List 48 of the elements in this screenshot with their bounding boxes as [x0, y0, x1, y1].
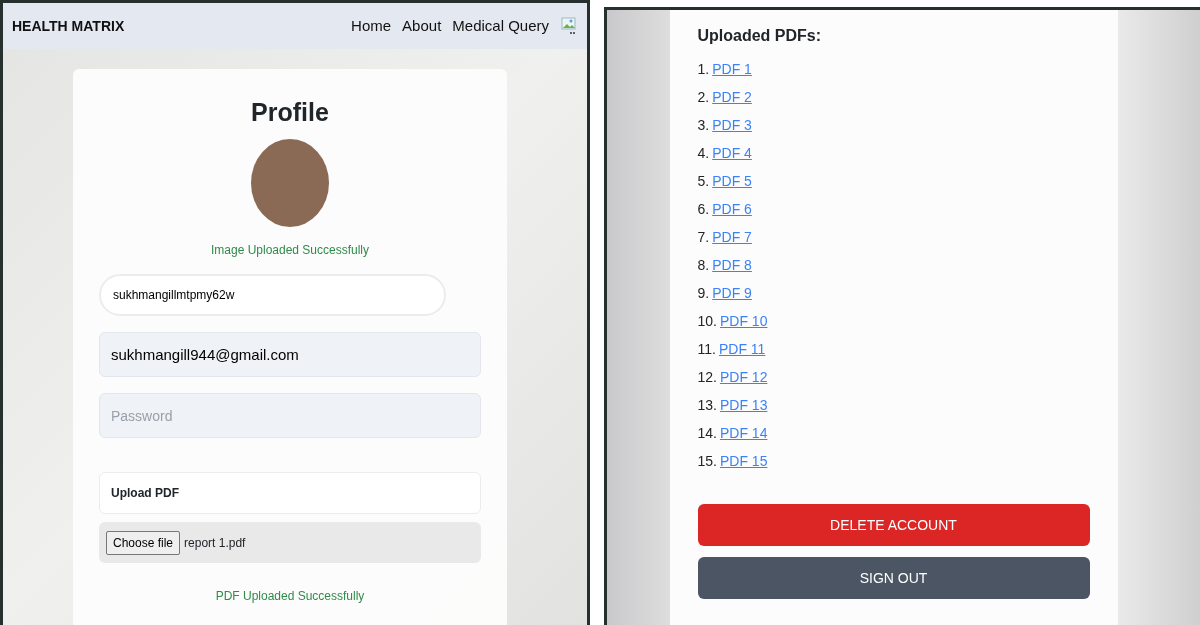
file-name: report 1.pdf [184, 534, 246, 552]
list-number: 8. [697, 256, 710, 276]
pdf-link[interactable]: PDF 10 [719, 311, 768, 340]
list-number: 3. [697, 116, 710, 136]
list-number: 4. [697, 144, 710, 164]
pdf-link[interactable]: PDF 6 [712, 199, 752, 228]
nav-link[interactable]: Medical Query [452, 14, 549, 38]
pdf-link[interactable]: PDF 3 [712, 115, 752, 144]
choose-file-button[interactable]: Choose file [106, 530, 181, 555]
pdf-link[interactable]: PDF 14 [719, 423, 768, 452]
pdf-link[interactable]: PDF 15 [719, 451, 768, 480]
username-field[interactable]: sukhmangillmtpmy62w [99, 274, 446, 316]
pdf-link[interactable]: PDF 5 [712, 171, 752, 200]
pdf-link[interactable]: PDF 9 [712, 283, 752, 312]
page-title: Profile [251, 97, 329, 127]
list-number: 14. [697, 424, 717, 444]
list-number: 15. [697, 452, 717, 472]
list-number: 2. [697, 88, 710, 108]
password-field[interactable]: Password [99, 393, 481, 438]
pdf-link[interactable]: PDF 7 [712, 227, 752, 256]
list-number: 6. [697, 200, 710, 220]
sign-out-button[interactable]: SIGN OUT [697, 557, 1090, 600]
delete-account-button[interactable]: DELETE ACCOUNT [697, 504, 1090, 547]
pdf-link[interactable]: PDF 11 [718, 339, 766, 368]
pdf-link[interactable]: PDF 4 [712, 143, 752, 172]
pdf-link[interactable]: PDF 2 [712, 87, 752, 116]
pdf-link[interactable]: PDF 1 [712, 59, 752, 88]
list-number: 7. [697, 228, 710, 248]
list-number: 9. [697, 284, 710, 304]
email-field[interactable]: sukhmangill944@gmail.com [99, 332, 481, 377]
list-number: 10. [697, 312, 717, 332]
pdf-link[interactable]: PDF 13 [719, 395, 768, 424]
pdf-link[interactable]: PDF 12 [719, 367, 768, 396]
brand-name[interactable]: HEALTH MATRIX [12, 15, 125, 37]
list-number: 1. [697, 60, 710, 80]
status-message: Image Uploaded Successfully [210, 242, 370, 259]
file-field[interactable]: Choose file report 1.pdf [99, 522, 481, 563]
nav-link[interactable]: Home [351, 14, 392, 38]
nav-link[interactable]: About [402, 14, 442, 38]
list-number: 12. [697, 368, 717, 388]
list-number: 5. [697, 172, 710, 192]
list-number: 13. [697, 396, 717, 416]
status-message: PDF Uploaded Successfully [215, 588, 365, 605]
list-number: 11. [697, 340, 716, 360]
broken-image-icon [561, 17, 577, 35]
pdf-link[interactable]: PDF 8 [712, 255, 752, 284]
upload-label: Upload PDF [99, 472, 481, 514]
section-heading: Uploaded PDFs: [697, 26, 823, 46]
